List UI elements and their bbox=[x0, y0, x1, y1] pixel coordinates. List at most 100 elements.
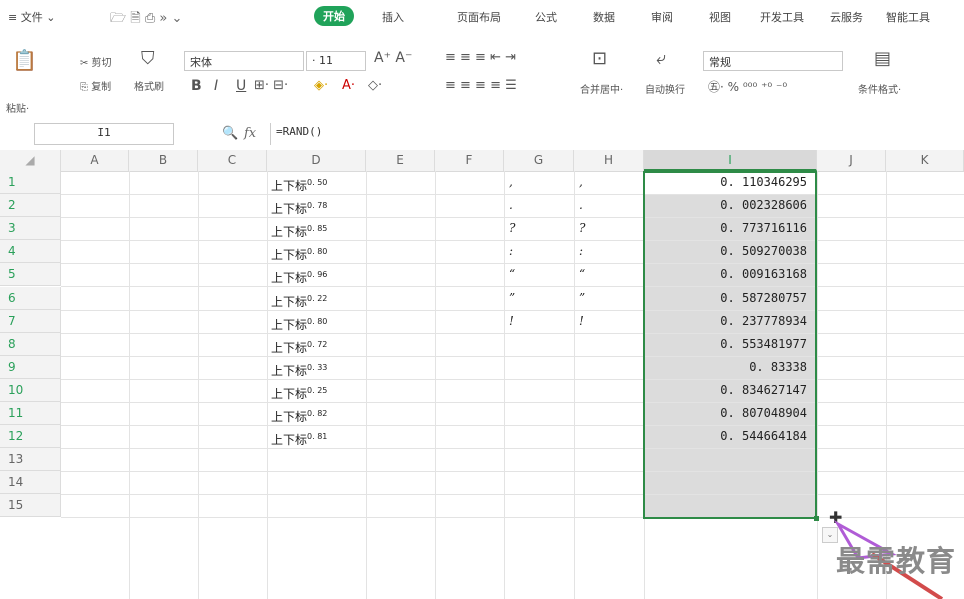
format-painter-button[interactable]: 格式刷 bbox=[134, 78, 164, 93]
number-format-select[interactable]: 常规 bbox=[703, 51, 843, 71]
row-header[interactable]: 3 bbox=[0, 217, 61, 240]
cell-d[interactable]: 上下标0. 85 bbox=[271, 217, 327, 240]
column-header-row: ◢ A B C D E F G H I J K bbox=[0, 150, 964, 172]
row-header[interactable]: 8 bbox=[0, 333, 61, 356]
name-box[interactable]: I1 bbox=[34, 123, 174, 145]
row-header[interactable]: 2 bbox=[0, 194, 61, 217]
row-header[interactable]: 12 bbox=[0, 425, 61, 448]
conditional-format-icon[interactable]: ▤ bbox=[874, 48, 891, 69]
tab-review[interactable]: 审阅 bbox=[651, 9, 673, 25]
tab-insert[interactable]: 插入 bbox=[382, 9, 404, 25]
tab-developer[interactable]: 开发工具 bbox=[760, 9, 804, 25]
cell-d[interactable]: 上下标0. 78 bbox=[271, 194, 327, 217]
column-header-i[interactable]: I bbox=[644, 150, 817, 171]
row-header[interactable]: 6 bbox=[0, 287, 61, 310]
font-color-icon[interactable]: A· bbox=[342, 78, 355, 93]
tab-formulas[interactable]: 公式 bbox=[535, 9, 557, 25]
row-header[interactable]: 14 bbox=[0, 471, 61, 494]
column-header-a[interactable]: A bbox=[61, 150, 129, 171]
row-header[interactable]: 9 bbox=[0, 356, 61, 379]
row-header[interactable]: 1 bbox=[0, 171, 61, 194]
column-header-h[interactable]: H bbox=[574, 150, 644, 171]
font-name-select[interactable]: 宋体 bbox=[184, 51, 304, 71]
tab-view[interactable]: 视图 bbox=[709, 9, 731, 25]
column-header-k[interactable]: K bbox=[886, 150, 964, 171]
cell-h[interactable]: “ bbox=[579, 263, 585, 286]
cell-d[interactable]: 上下标0. 72 bbox=[271, 333, 327, 356]
zoom-search-icon[interactable]: 🔍 bbox=[222, 126, 238, 141]
cell-h[interactable]: : bbox=[579, 240, 583, 263]
conditional-format-button[interactable]: 条件格式· bbox=[858, 81, 901, 96]
menu-file[interactable]: ≡ 文件 ⌄ bbox=[8, 9, 55, 25]
cell-d[interactable]: 上下标0. 80 bbox=[271, 240, 327, 263]
fill-color-icon[interactable]: ◈· bbox=[314, 78, 328, 93]
fx-icon[interactable]: fx bbox=[244, 126, 256, 141]
column-header-d[interactable]: D bbox=[267, 150, 366, 171]
row-header[interactable]: 11 bbox=[0, 402, 61, 425]
font-size-select[interactable]: · 11 bbox=[306, 51, 366, 71]
cell-d[interactable]: 上下标0. 50 bbox=[271, 171, 327, 194]
cell-d-superscript: 0. 50 bbox=[307, 178, 328, 187]
row-header[interactable]: 7 bbox=[0, 310, 61, 333]
fill-handle[interactable] bbox=[814, 516, 819, 521]
column-header-b[interactable]: B bbox=[129, 150, 198, 171]
cell-g[interactable]: ! bbox=[509, 310, 514, 333]
cell-g[interactable]: ” bbox=[509, 287, 515, 310]
select-all-corner[interactable]: ◢ bbox=[0, 150, 61, 171]
underline-icon[interactable]: U bbox=[236, 78, 246, 94]
cell-d[interactable]: 上下标0. 81 bbox=[271, 425, 327, 448]
cell-g[interactable]: : bbox=[509, 240, 513, 263]
formula-input[interactable]: =RAND() bbox=[270, 123, 964, 145]
row-header[interactable]: 4 bbox=[0, 240, 61, 263]
row-header[interactable]: 10 bbox=[0, 379, 61, 402]
wrap-text-icon[interactable]: ⤶ bbox=[656, 48, 666, 69]
cell-h[interactable]: , bbox=[579, 171, 583, 194]
number-format-icons[interactable]: ㊄· % ⁰⁰⁰ ⁺⁰ ⁻⁰ bbox=[708, 78, 787, 95]
column-header-j[interactable]: J bbox=[817, 150, 886, 171]
cell-h[interactable]: . bbox=[579, 194, 583, 217]
column-header-f[interactable]: F bbox=[435, 150, 504, 171]
cell-d-superscript: 0. 96 bbox=[307, 270, 328, 279]
cell-d[interactable]: 上下标0. 82 bbox=[271, 402, 327, 425]
tab-smart-tools[interactable]: 智能工具 bbox=[886, 9, 930, 25]
cell-d[interactable]: 上下标0. 33 bbox=[271, 356, 327, 379]
cut-button[interactable]: ✂ 剪切 bbox=[80, 54, 112, 69]
tab-data[interactable]: 数据 bbox=[593, 9, 615, 25]
cell-d[interactable]: 上下标0. 25 bbox=[271, 379, 327, 402]
tab-page-layout[interactable]: 页面布局 bbox=[457, 9, 501, 25]
border-icon[interactable]: ⊞· ⊟· bbox=[254, 78, 288, 93]
tab-cloud[interactable]: 云服务 bbox=[830, 9, 863, 25]
paste-button[interactable]: 粘贴· bbox=[6, 100, 29, 115]
font-grow-shrink-icon[interactable]: A⁺ A⁻ bbox=[374, 50, 412, 66]
quick-access-icons[interactable]: 🗁 🗎 ⎙ » ⌄ bbox=[110, 9, 182, 31]
bold-icon[interactable]: B bbox=[191, 78, 202, 94]
cell-d[interactable]: 上下标0. 80 bbox=[271, 310, 327, 333]
cell-g[interactable]: ? bbox=[509, 217, 515, 240]
italic-icon[interactable]: I bbox=[214, 78, 218, 94]
align-top-icons[interactable]: ≡ ≡ ≡ ⇤ ⇥ bbox=[445, 50, 516, 65]
cell-h[interactable]: ” bbox=[579, 287, 585, 310]
column-header-e[interactable]: E bbox=[366, 150, 435, 171]
gridline bbox=[61, 448, 964, 449]
cell-d[interactable]: 上下标0. 96 bbox=[271, 263, 327, 286]
row-header[interactable]: 13 bbox=[0, 448, 61, 471]
column-header-c[interactable]: C bbox=[198, 150, 267, 171]
format-painter-icon[interactable]: ⛉ bbox=[141, 48, 155, 69]
row-header[interactable]: 15 bbox=[0, 494, 61, 517]
cell-h[interactable]: ? bbox=[579, 217, 585, 240]
copy-button[interactable]: ⎘ 复制 bbox=[80, 78, 111, 93]
cell-h[interactable]: ! bbox=[579, 310, 584, 333]
cell-d[interactable]: 上下标0. 22 bbox=[271, 287, 327, 310]
clear-format-icon[interactable]: ◇· bbox=[368, 78, 382, 93]
merge-center-icon[interactable]: ⊡ bbox=[592, 48, 607, 69]
cell-g[interactable]: . bbox=[509, 194, 513, 217]
cell-g[interactable]: “ bbox=[509, 263, 515, 286]
align-horizontal-icons[interactable]: ≡ ≡ ≡ ≡ ☰ bbox=[445, 78, 517, 93]
column-header-g[interactable]: G bbox=[504, 150, 574, 171]
wrap-text-button[interactable]: 自动换行 bbox=[645, 81, 685, 96]
row-header[interactable]: 5 bbox=[0, 263, 61, 286]
tab-home[interactable]: 开始 bbox=[314, 6, 354, 26]
merge-center-button[interactable]: 合并居中· bbox=[580, 81, 623, 96]
cell-g[interactable]: , bbox=[509, 171, 513, 194]
paste-icon[interactable]: 📋 bbox=[12, 48, 37, 72]
